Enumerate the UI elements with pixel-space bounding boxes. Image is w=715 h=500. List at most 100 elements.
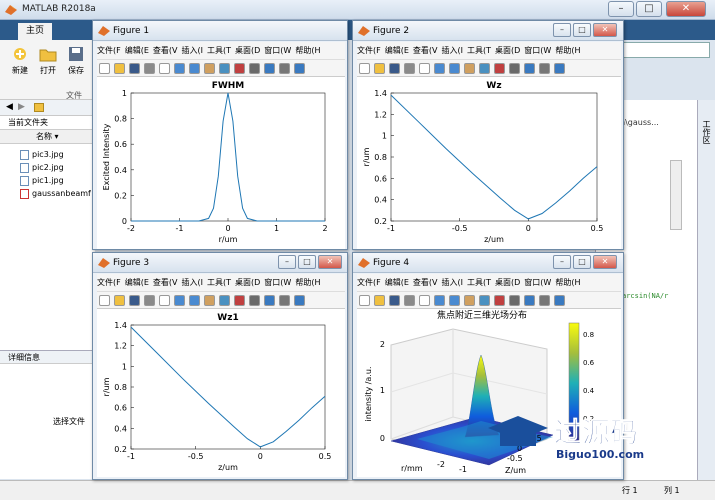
toolbar-icon[interactable]: [494, 63, 505, 74]
toolbar-icon[interactable]: [524, 63, 535, 74]
toolbar-icon[interactable]: [464, 295, 475, 306]
back-arrow-icon[interactable]: ◀: [6, 102, 13, 112]
menu-item[interactable]: 工具(T: [207, 278, 231, 287]
toolbar-icon[interactable]: [189, 63, 200, 74]
menu-item[interactable]: 窗口(W: [264, 278, 291, 287]
address-bar[interactable]: ◀ ▶: [0, 100, 95, 116]
list-item[interactable]: pic2.jpg: [20, 161, 64, 174]
toolbar-icon[interactable]: [114, 63, 125, 74]
toolbar-icon[interactable]: [99, 295, 110, 306]
close-button[interactable]: ✕: [318, 255, 342, 269]
toolbar-icon[interactable]: [509, 295, 520, 306]
toolbar-icon[interactable]: [219, 63, 230, 74]
minimize-button[interactable]: –: [553, 23, 571, 37]
minimize-button[interactable]: –: [278, 255, 296, 269]
toolbar-icon[interactable]: [434, 295, 445, 306]
toolbar-icon[interactable]: [279, 295, 290, 306]
toolbar-icon[interactable]: [144, 63, 155, 74]
maximize-button[interactable]: □: [636, 1, 662, 17]
menu-item[interactable]: 文件(F: [97, 46, 121, 55]
close-button[interactable]: ✕: [666, 1, 706, 17]
toolbar-icon[interactable]: [449, 63, 460, 74]
toolbar-icon[interactable]: [234, 295, 245, 306]
close-button[interactable]: ✕: [593, 255, 617, 269]
toolbar-icon[interactable]: [294, 295, 305, 306]
wz1-axes[interactable]: Wz1 -1 -0.5 0 0.5 0.2 0.4 0.6 0.8 1 1.2 1.4 z/um r/um: [97, 309, 345, 477]
toolbar-icon[interactable]: [539, 63, 550, 74]
close-button[interactable]: ✕: [593, 23, 617, 37]
menu-item[interactable]: 编辑(E: [125, 278, 149, 287]
menu-item[interactable]: 帮助(H: [295, 278, 320, 287]
toolbar-icon[interactable]: [114, 295, 125, 306]
toolbar-icon[interactable]: [419, 63, 430, 74]
menu-item[interactable]: 编辑(E: [125, 46, 149, 55]
menu-item[interactable]: 文件(F: [357, 278, 381, 287]
toolbar-icon[interactable]: [189, 295, 200, 306]
toolbar-icon[interactable]: [374, 63, 385, 74]
wz-axes[interactable]: Wz -1 -0.5 0 0.5 0.2 0.4 0.6 0.8 1 1.2 1.4 z/um r/um: [357, 77, 621, 249]
figure-window-1[interactable]: Figure 1 文件(F 编辑(E 查看(V 插入(I 工具(T 桌面(D 窗口(W 帮助(…: [92, 20, 348, 250]
toolbar-icon[interactable]: [554, 295, 565, 306]
toolbar-icon[interactable]: [204, 295, 215, 306]
name-column-header[interactable]: 名称 ▾: [0, 130, 95, 144]
menu-item[interactable]: 工具(T: [467, 278, 491, 287]
save-button[interactable]: 保存: [62, 44, 90, 89]
menu-item[interactable]: 查看(V: [413, 278, 438, 287]
menu-item[interactable]: 桌面(D: [495, 46, 520, 55]
toolbar-icon[interactable]: [494, 295, 505, 306]
toolbar-icon[interactable]: [404, 63, 415, 74]
minimize-button[interactable]: –: [608, 1, 634, 17]
menu-item[interactable]: 查看(V: [153, 278, 178, 287]
toolbar-icon[interactable]: [204, 63, 215, 74]
toolbar-icon[interactable]: [539, 295, 550, 306]
menu-item[interactable]: 窗口(W: [264, 46, 291, 55]
toolbar-icon[interactable]: [374, 295, 385, 306]
toolbar-icon[interactable]: [509, 63, 520, 74]
menu-item[interactable]: 窗口(W: [524, 278, 551, 287]
minimize-button[interactable]: –: [553, 255, 571, 269]
maximize-button[interactable]: □: [573, 255, 591, 269]
menu-item[interactable]: 文件(F: [357, 46, 381, 55]
toolbar-icon[interactable]: [264, 63, 275, 74]
toolbar-icon[interactable]: [389, 63, 400, 74]
menu-item[interactable]: 插入(I: [442, 278, 463, 287]
menu-item[interactable]: 编辑(E: [385, 278, 409, 287]
menu-item[interactable]: 文件(F: [97, 278, 121, 287]
maximize-button[interactable]: □: [298, 255, 316, 269]
toolbar-icon[interactable]: [144, 295, 155, 306]
menu-item[interactable]: 帮助(H: [555, 278, 580, 287]
menu-item[interactable]: 工具(T: [467, 46, 491, 55]
menu-item[interactable]: 插入(I: [442, 46, 463, 55]
menu-item[interactable]: 帮助(H: [295, 46, 320, 55]
menu-item[interactable]: 桌面(D: [235, 278, 260, 287]
toolbar-icon[interactable]: [174, 63, 185, 74]
toolbar-icon[interactable]: [359, 295, 370, 306]
menu-item[interactable]: 窗口(W: [524, 46, 551, 55]
menu-item[interactable]: 工具(T: [207, 46, 231, 55]
toolbar-icon[interactable]: [359, 63, 370, 74]
fwhm-axes[interactable]: FWHM -2 -1 0 1 2 0 0.2 0.4 0.6 0.8 1 r/um Excited Int…: [97, 77, 345, 249]
forward-arrow-icon[interactable]: ▶: [18, 102, 25, 112]
toolbar-icon[interactable]: [264, 295, 275, 306]
toolbar-icon[interactable]: [554, 63, 565, 74]
toolbar-icon[interactable]: [219, 295, 230, 306]
open-button[interactable]: 打开: [34, 44, 62, 89]
menu-item[interactable]: 桌面(D: [495, 278, 520, 287]
toolbar-icon[interactable]: [404, 295, 415, 306]
toolbar-icon[interactable]: [464, 63, 475, 74]
toolbar-icon[interactable]: [294, 63, 305, 74]
toolbar-icon[interactable]: [434, 63, 445, 74]
toolbar-icon[interactable]: [129, 63, 140, 74]
figure-window-2[interactable]: Figure 2 – □ ✕ 文件(F 编辑(E 查看(V 插入(I 工具(T 桌面(D 窗…: [352, 20, 624, 250]
toolbar-icon[interactable]: [159, 295, 170, 306]
toolbar-icon[interactable]: [524, 295, 535, 306]
menu-item[interactable]: 编辑(E: [385, 46, 409, 55]
list-item[interactable]: pic1.jpg: [20, 174, 64, 187]
list-item[interactable]: pic3.jpg: [20, 148, 64, 161]
maximize-button[interactable]: □: [573, 23, 591, 37]
figure-window-3[interactable]: Figure 3 – □ ✕ 文件(F 编辑(E 查看(V 插入(I 工具(T 桌面(D 窗…: [92, 252, 348, 480]
menu-item[interactable]: 帮助(H: [555, 46, 580, 55]
toolbar-icon[interactable]: [129, 295, 140, 306]
toolbar-icon[interactable]: [479, 295, 490, 306]
toolbar-icon[interactable]: [389, 295, 400, 306]
